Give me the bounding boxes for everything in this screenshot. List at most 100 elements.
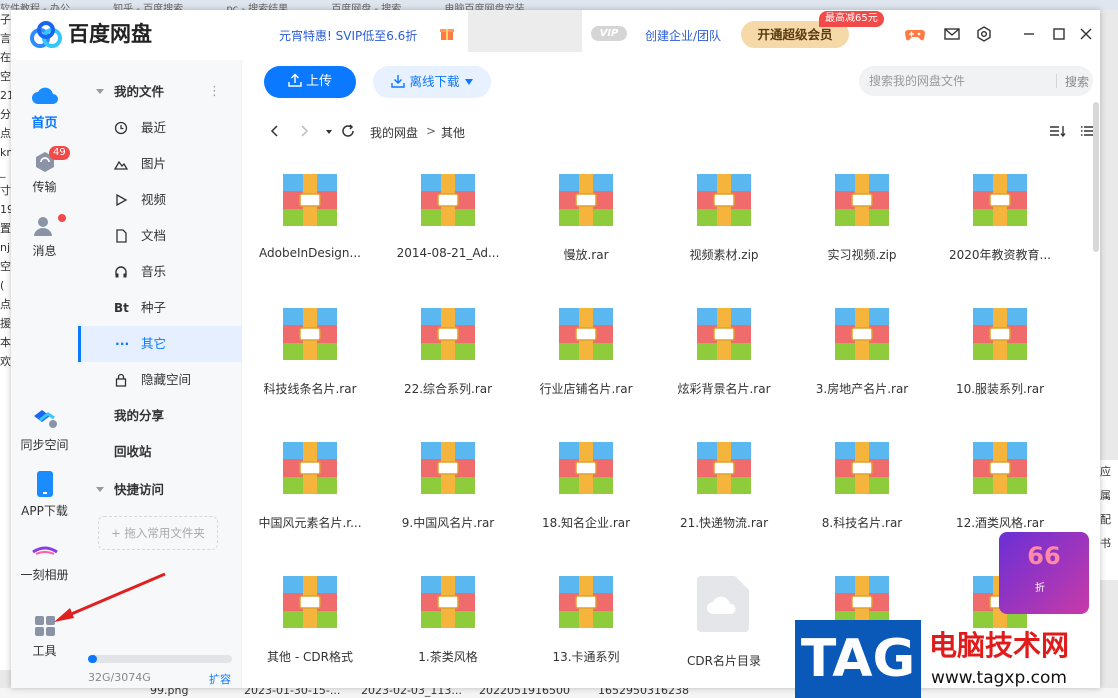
- file-item[interactable]: 10.服装系列.rar: [935, 294, 1065, 414]
- nav-my-files[interactable]: 我的文件 ⋮: [78, 74, 242, 110]
- maximize-icon[interactable]: [1048, 24, 1070, 44]
- file-item[interactable]: 1.茶类风格: [383, 562, 513, 682]
- rail-app-download-label: APP下载: [21, 504, 68, 518]
- file-name: 12.酒类风格.rar: [955, 516, 1045, 530]
- refresh-icon[interactable]: [341, 124, 355, 138]
- drag-folder-dropzone[interactable]: + 拖入常用文件夹: [98, 516, 218, 550]
- file-item[interactable]: 视频素材.zip: [659, 160, 789, 280]
- breadcrumb-root[interactable]: 我的网盘: [370, 124, 418, 141]
- promo-66-discount-widget[interactable]: 66 折: [999, 532, 1089, 614]
- file-item[interactable]: CDR名片目录: [659, 562, 789, 682]
- file-item[interactable]: 13.卡通系列: [521, 562, 651, 682]
- offline-download-button[interactable]: 离线下载: [373, 66, 491, 98]
- rail-home[interactable]: 首页: [11, 84, 78, 131]
- bg-cell: 2023-02-03_113...: [361, 688, 462, 697]
- archive-file-icon: [559, 442, 613, 494]
- file-item[interactable]: 21.快递物流.rar: [659, 428, 789, 548]
- forward-arrow-icon[interactable]: [297, 124, 311, 138]
- upload-button[interactable]: 上传: [264, 66, 356, 98]
- path-bar: 我的网盘 > 其他: [242, 116, 1100, 146]
- file-item[interactable]: 3.房地产名片.rar: [797, 294, 927, 414]
- rail-transfer[interactable]: 49 传输: [11, 146, 78, 195]
- nav-torrent[interactable]: Bt 种子: [78, 290, 242, 326]
- more-options-icon[interactable]: ⋮: [208, 74, 221, 110]
- gift-icon[interactable]: [439, 25, 455, 41]
- file-item[interactable]: AdobeInDesign...: [245, 160, 375, 280]
- nav-my-share[interactable]: 我的分享: [78, 398, 242, 434]
- rail-sync-label: 同步空间: [20, 438, 69, 452]
- rail-sync-space[interactable]: 同步空间: [11, 406, 78, 453]
- cloud-folder-icon: [697, 576, 749, 632]
- sync-space-icon: [33, 410, 57, 428]
- nav-images[interactable]: 图片: [78, 146, 242, 182]
- create-enterprise-link[interactable]: 创建企业/团队: [645, 27, 721, 44]
- nav-quick-access[interactable]: 快捷访问: [78, 472, 242, 508]
- archive-file-icon: [697, 174, 751, 226]
- svip-promo-link[interactable]: 元宵特惠! SVIP低至6.6折: [279, 27, 417, 44]
- close-icon[interactable]: [1075, 24, 1097, 44]
- game-controller-icon[interactable]: [904, 24, 926, 44]
- file-name: 实习视频.zip: [827, 248, 897, 262]
- back-arrow-icon[interactable]: [268, 124, 282, 138]
- ellipsis-icon: ···: [115, 336, 130, 351]
- bg-text-fragment: (: [0, 279, 5, 292]
- watermark-title: 电脑技术网: [929, 629, 1070, 662]
- search-box[interactable]: 搜索: [859, 66, 1093, 96]
- file-item[interactable]: 2020年教资教育...: [935, 160, 1065, 280]
- album-icon: [31, 546, 58, 555]
- file-item[interactable]: 2014-08-21_Ad...: [383, 160, 513, 280]
- vertical-scrollbar[interactable]: [1092, 102, 1100, 670]
- nav-video[interactable]: 视频: [78, 182, 242, 218]
- nav-music[interactable]: 音乐: [78, 254, 242, 290]
- user-avatar-area[interactable]: [468, 10, 582, 52]
- file-item[interactable]: 其他 - CDR格式: [245, 562, 375, 682]
- nav-hidden-space[interactable]: 隐藏空间: [78, 362, 242, 398]
- file-item[interactable]: 炫彩背景名片.rar: [659, 294, 789, 414]
- file-item[interactable]: 18.知名企业.rar: [521, 428, 651, 548]
- settings-gear-icon[interactable]: [973, 24, 995, 44]
- mail-icon[interactable]: [941, 24, 963, 44]
- file-item[interactable]: 实习视频.zip: [797, 160, 927, 280]
- nav-recycle-bin[interactable]: 回收站: [78, 434, 242, 470]
- minimize-icon[interactable]: [1018, 24, 1040, 44]
- title-bar: 百度网盘 元宵特惠! SVIP低至6.6折 VIP 创建企业/团队 开通超级会员…: [11, 10, 1100, 60]
- search-divider: [1056, 74, 1057, 88]
- transfer-count-badge: 49: [49, 146, 70, 160]
- archive-file-icon: [559, 576, 613, 628]
- file-item[interactable]: 9.中国风名片.rar: [383, 428, 513, 548]
- bg-tab: 软件教程 - 办公: [0, 4, 70, 10]
- nav-docs[interactable]: 文档: [78, 218, 242, 254]
- search-button[interactable]: 搜索: [1065, 73, 1089, 90]
- archive-file-icon: [973, 308, 1027, 360]
- nav-quick-access-label: 快捷访问: [114, 482, 165, 497]
- file-name: 18.知名企业.rar: [541, 516, 631, 530]
- file-item[interactable]: 12.酒类风格.rar: [935, 428, 1065, 548]
- nav-recent[interactable]: 最近: [78, 110, 242, 146]
- background-browser-tabs: 软件教程 - 办公 知乎 - 百度搜索 pc - 搜索结果 百度网盘 - 搜索 …: [0, 0, 1118, 10]
- file-item[interactable]: 慢放.rar: [521, 160, 651, 280]
- nav-other[interactable]: ··· 其它: [78, 326, 242, 362]
- rail-messages[interactable]: 消息: [11, 214, 78, 259]
- archive-file-icon: [835, 174, 889, 226]
- scrollbar-thumb[interactable]: [1093, 102, 1099, 252]
- promo-66-number: 66: [1027, 542, 1061, 570]
- file-item[interactable]: 行业店铺名片.rar: [521, 294, 651, 414]
- file-item[interactable]: 22.综合系列.rar: [383, 294, 513, 414]
- file-item[interactable]: 8.科技名片.rar: [797, 428, 927, 548]
- sort-icon[interactable]: [1049, 124, 1067, 138]
- search-input[interactable]: [869, 72, 1049, 90]
- collapse-caret-icon[interactable]: [96, 487, 104, 492]
- collapse-caret-icon[interactable]: [96, 89, 104, 94]
- file-item[interactable]: 中国风元素名片.r...: [245, 428, 375, 548]
- bg-text-fragment: 空: [0, 260, 11, 273]
- upload-icon: [288, 73, 302, 87]
- rail-app-download[interactable]: APP下载: [11, 470, 78, 519]
- history-dropdown-icon[interactable]: [322, 124, 336, 138]
- file-name: 9.中国风名片.rar: [401, 516, 495, 530]
- file-name: 科技线条名片.rar: [263, 382, 357, 396]
- download-icon: [391, 75, 406, 88]
- file-item[interactable]: 科技线条名片.rar: [245, 294, 375, 414]
- expand-storage-link[interactable]: 扩容: [209, 671, 231, 687]
- archive-file-icon: [697, 308, 751, 360]
- unread-dot: [58, 214, 66, 222]
